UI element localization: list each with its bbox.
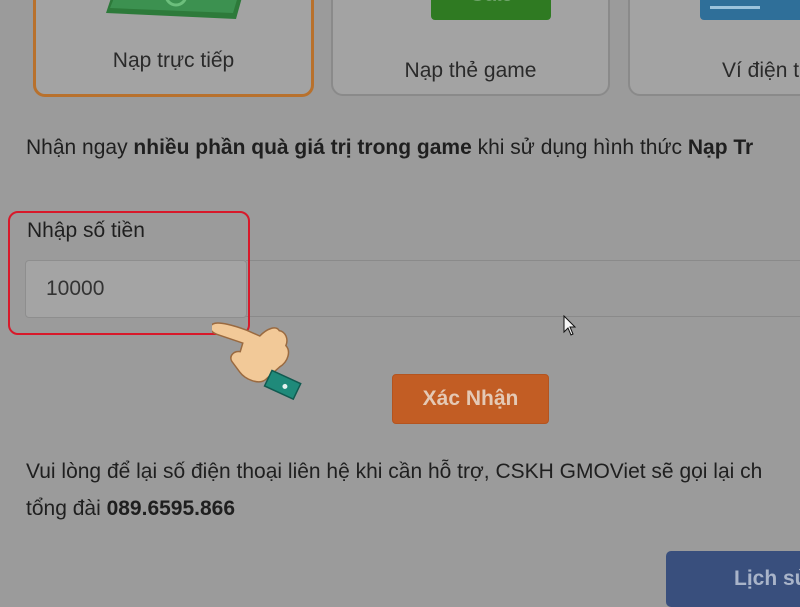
support-text: Vui lòng để lại số điện thoại liên hệ kh… — [26, 453, 800, 527]
mouse-cursor-icon — [563, 315, 577, 336]
support-line-1: Vui lòng để lại số điện thoại liên hệ kh… — [26, 460, 763, 483]
money-icon — [106, 0, 242, 19]
payment-method-e-wallet[interactable]: Ví điện t — [628, 0, 800, 96]
support-line-2: tổng đài 089.6595.866 — [26, 490, 800, 527]
intro-text: Nhận ngay nhiều phần quà giá trị trong g… — [26, 136, 753, 160]
hotline-label: tổng đài — [26, 497, 107, 520]
confirm-button[interactable]: Xác Nhận — [392, 374, 549, 424]
intro-highlight: nhiều phần quà giá trị trong game — [133, 136, 472, 159]
intro-middle: khi sử dụng hình thức — [471, 136, 688, 159]
payment-method-label: Nạp thẻ game — [404, 59, 537, 82]
payment-method-direct[interactable]: Nạp trực tiếp — [33, 0, 314, 97]
payment-method-label: Nạp trực tiếp — [112, 49, 235, 72]
amount-field-extension — [246, 260, 800, 317]
payment-method-game-card[interactable]: Gate Nạp thẻ game — [331, 0, 610, 96]
intro-method: Nạp Tr — [687, 136, 754, 159]
intro-prefix: Nhận ngay — [26, 136, 134, 159]
wallet-card-icon — [700, 0, 800, 20]
pointing-hand-icon — [212, 322, 302, 401]
history-button[interactable]: Lịch sử — [666, 551, 800, 607]
gate-card-icon: Gate — [431, 0, 551, 20]
hotline-number: 089.6595.866 — [106, 497, 236, 520]
payment-method-label: Ví điện t — [722, 59, 800, 82]
